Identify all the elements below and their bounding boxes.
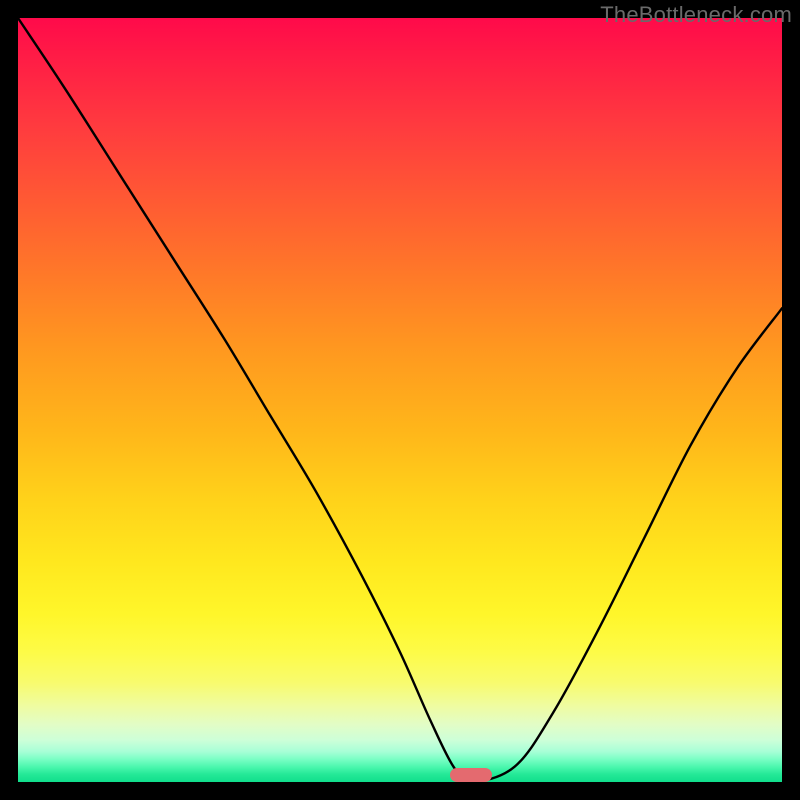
plot-area [18,18,782,782]
chart-frame: TheBottleneck.com [0,0,800,800]
gradient-background [18,18,782,782]
watermark-text: TheBottleneck.com [600,2,792,28]
optimal-marker [450,768,492,782]
